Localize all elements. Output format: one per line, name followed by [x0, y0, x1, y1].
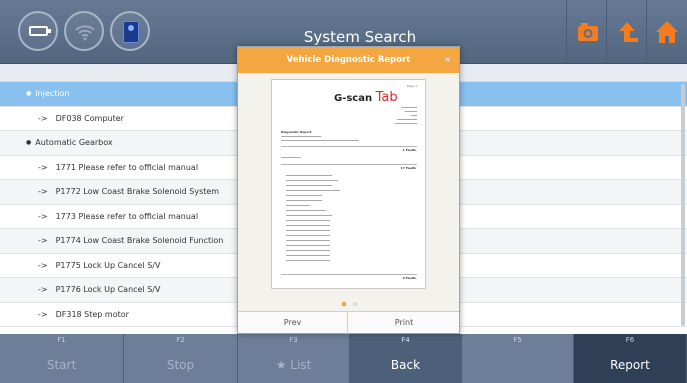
fkey-label: F5	[513, 336, 522, 344]
item-label: 1771 Please refer to official manual	[55, 162, 199, 172]
arrow-icon: ->	[38, 236, 48, 246]
fkey-label: F1	[57, 336, 66, 344]
arrow-icon: ->	[38, 260, 48, 270]
arrow-icon: ->	[38, 113, 48, 123]
dialog-header: Vehicle Diagnostic Report ×	[238, 47, 459, 73]
page-indicator	[342, 291, 359, 310]
button-label: Report	[610, 358, 650, 372]
upload-icon	[619, 22, 638, 42]
report-page: Page 1 G-scan Tab Diagnostic Report 1 Fa…	[271, 79, 426, 289]
dialog-footer: Prev Print	[238, 311, 459, 334]
button-label: Start	[46, 358, 77, 372]
dialog-title: Vehicle Diagnostic Report	[286, 55, 411, 65]
page-dot-active[interactable]	[342, 302, 346, 306]
report-section-title: Diagnostic Report	[281, 130, 312, 134]
app-window: System Search ● Injection -> DF038 Compu…	[0, 0, 687, 383]
item-label: P1774 Low Coast Brake Solenoid Function	[55, 236, 224, 246]
list-scrollbar[interactable]	[681, 84, 685, 326]
arrow-icon: ->	[38, 285, 48, 295]
stop-button[interactable]: F2 Stop	[124, 334, 238, 383]
system-name-line	[281, 157, 301, 158]
group-label: Automatic Gearbox	[35, 138, 113, 148]
list-button[interactable]: F3 ★ List	[238, 334, 350, 383]
battery-icon	[29, 26, 51, 36]
report-button[interactable]: F6 Report	[574, 334, 687, 383]
page-title: System Search	[303, 28, 417, 46]
bullet-icon: ●	[26, 139, 32, 147]
group-label: Injection	[35, 89, 70, 99]
dealer-info-block	[377, 106, 417, 130]
fault-count: 1 Faults	[402, 148, 416, 152]
vci-icon	[123, 21, 139, 43]
item-label: DF038 Computer	[55, 113, 124, 123]
button-label: ★ List	[275, 358, 312, 372]
item-label: P1776 Lock Up Cancel S/V	[55, 285, 161, 295]
f5-button[interactable]: F5	[462, 334, 574, 383]
prev-button[interactable]: Prev	[238, 312, 348, 334]
bullet-icon: ●	[26, 90, 32, 98]
home-button[interactable]	[646, 0, 686, 64]
camera-icon	[578, 23, 598, 41]
vehicle-info-lines	[281, 136, 359, 141]
fkey-label: F6	[625, 336, 635, 344]
back-button[interactable]: F4 Back	[350, 334, 462, 383]
divider	[281, 146, 417, 147]
home-icon	[656, 21, 678, 43]
fault-count: 17 Faults	[400, 166, 416, 170]
close-icon[interactable]: ×	[444, 47, 451, 73]
fault-code-lines	[286, 175, 340, 261]
divider	[281, 274, 417, 275]
start-button[interactable]: F1 Start	[0, 334, 124, 383]
upload-button[interactable]	[606, 0, 646, 64]
arrow-icon: ->	[38, 309, 48, 319]
button-label: Stop	[166, 358, 195, 372]
button-label: Back	[390, 358, 421, 372]
item-label: P1772 Low Coast Brake Solenoid System	[55, 187, 220, 197]
item-label: DF318 Step motor	[55, 309, 129, 319]
fkey-label: F3	[289, 336, 298, 344]
item-label: P1775 Lock Up Cancel S/V	[55, 260, 161, 270]
arrow-icon: ->	[38, 211, 48, 221]
wifi-status-button[interactable]	[64, 11, 104, 51]
screenshot-button[interactable]	[566, 0, 606, 64]
report-dialog: Vehicle Diagnostic Report × Page 1 G-sca…	[237, 46, 460, 334]
fault-count: 0 Faults	[402, 276, 416, 280]
arrow-icon: ->	[38, 162, 48, 172]
vci-status-button[interactable]	[110, 11, 150, 51]
report-preview[interactable]: Page 1 G-scan Tab Diagnostic Report 1 Fa…	[238, 73, 459, 311]
page-dot[interactable]	[353, 302, 358, 306]
gscan-logo: G-scan Tab	[334, 90, 398, 105]
fkey-label: F2	[176, 336, 185, 344]
function-key-bar: F1 Start F2 Stop F3 ★ List F4 Back F5 F6…	[0, 334, 687, 383]
battery-status-button[interactable]	[18, 11, 58, 51]
item-label: 1773 Please refer to official manual	[55, 211, 199, 221]
print-button[interactable]: Print	[349, 312, 459, 334]
divider	[281, 164, 417, 165]
fkey-label: F4	[401, 336, 410, 344]
page-number: Page 1	[406, 84, 417, 88]
arrow-icon: ->	[38, 187, 48, 197]
wifi-icon	[75, 25, 95, 41]
